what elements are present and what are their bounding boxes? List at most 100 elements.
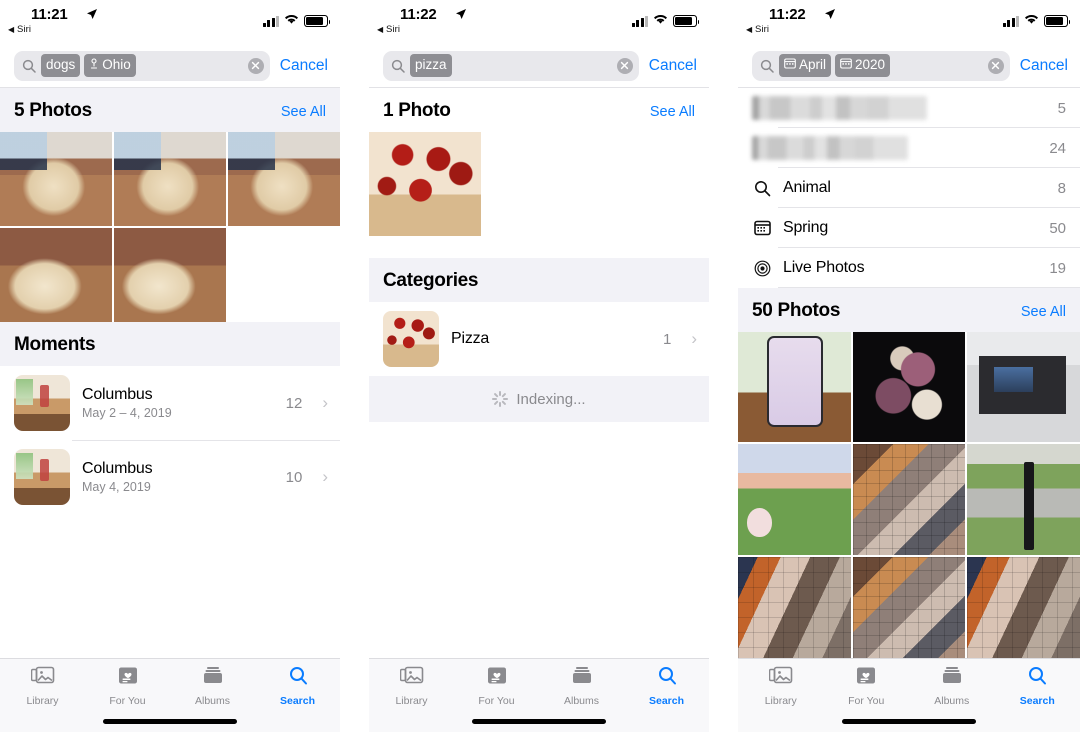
suggestion-count: 24 <box>1049 139 1066 157</box>
photo-thumbnail[interactable] <box>852 444 966 555</box>
photo-thumbnail[interactable] <box>228 132 340 227</box>
clear-x-icon[interactable] <box>616 57 633 74</box>
home-indicator[interactable] <box>472 719 606 724</box>
photo-thumbnail[interactable] <box>0 228 112 323</box>
back-to-siri-button[interactable]: ◀ Siri <box>377 24 400 35</box>
suggestion-row-redacted[interactable]: 24 <box>738 128 1080 168</box>
photo-thumbnail[interactable] <box>852 556 966 658</box>
cancel-button[interactable]: Cancel <box>1020 57 1068 75</box>
tab-search[interactable]: Search <box>995 666 1080 707</box>
clear-x-icon[interactable] <box>987 57 1004 74</box>
indexing-status: Indexing... <box>369 376 709 422</box>
activity-spinner-icon <box>492 391 509 407</box>
back-triangle-icon: ◀ <box>8 25 15 34</box>
tab-albums[interactable]: Albums <box>539 666 624 707</box>
search-token-april[interactable]: April <box>779 54 832 77</box>
tab-label: Albums <box>194 695 230 707</box>
tab-albums[interactable]: Albums <box>909 666 995 707</box>
tab-library[interactable]: Library <box>0 666 85 707</box>
tab-bar: Library For You Albums Search <box>0 658 340 732</box>
photo-thumbnail[interactable] <box>114 228 226 323</box>
tab-label: Search <box>1019 695 1055 707</box>
tab-search[interactable]: Search <box>255 666 340 707</box>
photo-thumbnail[interactable] <box>967 444 1080 555</box>
battery-icon <box>673 15 700 27</box>
suggestion-label: Spring <box>783 219 829 236</box>
page-title: 1 Photo <box>383 100 451 121</box>
home-indicator[interactable] <box>103 719 237 724</box>
moment-text: Columbus May 4, 2019 <box>82 460 274 494</box>
tab-for-you[interactable]: For You <box>85 666 170 707</box>
suggestion-row-redacted[interactable]: 5 <box>738 88 1080 128</box>
search-input[interactable]: dogs Ohio <box>14 50 270 81</box>
suggestion-row-animal[interactable]: Animal 8 <box>738 168 1080 208</box>
back-to-siri-button[interactable]: ◀ Siri <box>8 24 31 35</box>
tab-label: Library <box>764 695 797 707</box>
search-icon <box>391 59 405 73</box>
albums-icon <box>202 666 224 691</box>
cellular-signal-icon <box>1002 15 1019 27</box>
categories-title: Categories <box>383 270 479 291</box>
photo-thumbnail[interactable] <box>967 332 1080 443</box>
search-results: 5 Photos See All Moments Columbus May 2 … <box>0 88 340 658</box>
tab-search[interactable]: Search <box>624 666 709 707</box>
photo-thumbnail[interactable] <box>114 132 226 227</box>
albums-icon <box>941 666 963 691</box>
tab-library[interactable]: Library <box>738 666 824 707</box>
tab-library[interactable]: Library <box>369 666 454 707</box>
photo-thumbnail[interactable] <box>0 132 112 227</box>
moment-row[interactable]: Columbus May 2 – 4, 2019 12 › <box>0 366 340 441</box>
back-to-siri-button[interactable]: ◀ Siri <box>746 24 769 35</box>
cancel-button[interactable]: Cancel <box>649 57 697 75</box>
photo-thumbnail[interactable] <box>852 332 966 443</box>
category-row[interactable]: Pizza 1 › <box>369 302 709 376</box>
photo-thumbnail[interactable] <box>738 332 851 443</box>
see-all-photos-button[interactable]: See All <box>650 104 695 120</box>
photos-library-icon <box>30 666 55 691</box>
photo-thumbnail[interactable] <box>369 132 481 236</box>
chevron-right-icon: › <box>691 329 697 348</box>
back-label: Siri <box>386 24 401 35</box>
clear-x-icon[interactable] <box>247 57 264 74</box>
photo-grid <box>738 332 1080 658</box>
suggestion-count: 19 <box>1049 259 1066 277</box>
search-bar: pizza Cancel <box>369 44 709 88</box>
search-token-ohio[interactable]: Ohio <box>84 54 136 77</box>
moment-row[interactable]: Columbus May 4, 2019 10 › <box>0 440 340 515</box>
search-icon <box>656 666 678 691</box>
location-arrow-icon <box>86 7 98 25</box>
photo-thumbnail[interactable] <box>738 556 851 658</box>
tab-for-you[interactable]: For You <box>824 666 910 707</box>
home-indicator[interactable] <box>842 719 976 724</box>
search-token-dogs[interactable]: dogs <box>41 54 81 77</box>
suggestion-row-live-photos[interactable]: Live Photos 19 <box>738 248 1080 288</box>
category-count: 1 <box>662 330 672 348</box>
search-token-2020[interactable]: 2020 <box>835 54 891 77</box>
moment-text: Columbus May 2 – 4, 2019 <box>82 386 274 420</box>
categories-section-header: Categories <box>369 258 709 302</box>
redacted-label <box>752 136 909 160</box>
photo-thumbnail[interactable] <box>738 444 851 555</box>
photo-thumbnail[interactable] <box>967 556 1080 658</box>
suggestion-label: Live Photos <box>783 259 865 276</box>
location-arrow-icon <box>455 7 467 25</box>
see-all-photos-button[interactable]: See All <box>1021 304 1066 320</box>
photos-section-header: 1 Photo See All <box>369 88 709 132</box>
search-input[interactable]: April 2020 <box>752 50 1010 81</box>
tab-for-you[interactable]: For You <box>454 666 539 707</box>
search-token-label: 2020 <box>855 57 886 73</box>
tab-albums[interactable]: Albums <box>170 666 255 707</box>
redacted-label <box>752 96 927 120</box>
for-you-heart-icon <box>486 666 508 691</box>
status-time: 11:22 <box>769 6 806 23</box>
search-icon <box>760 59 774 73</box>
photos-library-icon <box>399 666 424 691</box>
status-bar: 11:22 ◀ Siri <box>369 0 709 44</box>
page-title: 5 Photos <box>14 100 92 121</box>
suggestion-row-spring[interactable]: Spring 50 <box>738 208 1080 248</box>
search-input[interactable]: pizza <box>383 50 639 81</box>
see-all-photos-button[interactable]: See All <box>281 104 326 120</box>
cancel-button[interactable]: Cancel <box>280 57 328 75</box>
search-token-pizza[interactable]: pizza <box>410 54 452 77</box>
status-indicators <box>631 12 700 30</box>
